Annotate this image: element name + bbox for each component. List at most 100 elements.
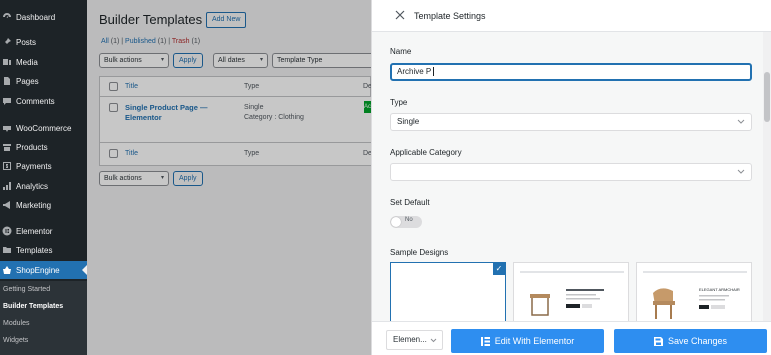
design-thumb-title: ELEGANT ARMCHAIR	[699, 287, 740, 292]
type-select[interactable]: Single	[390, 113, 752, 131]
sidebar-item-label: Payments	[16, 161, 52, 171]
text-cursor	[433, 67, 435, 77]
editor-select-value: Elemen...	[393, 335, 427, 344]
add-new-button[interactable]: Add New	[206, 12, 247, 28]
name-label: Name	[390, 47, 412, 56]
admin-sidebar: Dashboard Posts Media Pages Comments Woo…	[0, 0, 87, 355]
sidebar-item-label: Pages	[16, 76, 39, 86]
submenu-widgets[interactable]: Widgets	[3, 337, 28, 344]
sidebar-item-shopengine[interactable]: ShopEngine	[0, 261, 87, 279]
bulk-actions-select-bottom[interactable]: Bulk actions ▾	[99, 171, 169, 186]
design-thumbnail-2: ELEGANT ARMCHAIR	[643, 271, 747, 319]
sidebar-item-comments[interactable]: Comments	[0, 92, 87, 110]
sidebar-item-elementor[interactable]: Elementor	[0, 222, 87, 240]
folder-icon	[2, 245, 12, 255]
sidebar-item-posts[interactable]: Posts	[0, 33, 87, 51]
save-changes-label: Save Changes	[667, 336, 728, 346]
edit-with-elementor-label: Edit With Elementor	[494, 336, 575, 346]
row-type: Single Category : Clothing	[244, 103, 304, 123]
date-filter-select[interactable]: All dates ▾	[213, 53, 268, 68]
view-all-count: (1)	[110, 38, 120, 45]
table-header-row: Title Type Def	[100, 77, 374, 97]
sidebar-item-label: Comments	[16, 96, 55, 106]
set-default-label: Set Default	[390, 198, 430, 207]
edit-with-elementor-button[interactable]: Edit With Elementor	[451, 329, 604, 353]
submenu-modules[interactable]: Modules	[3, 320, 29, 327]
submenu-getting-started[interactable]: Getting Started	[3, 286, 50, 293]
save-icon	[653, 336, 663, 346]
drawer-scrollbar[interactable]	[763, 32, 771, 321]
sidebar-item-products[interactable]: Products	[0, 138, 87, 156]
sidebar-item-templates[interactable]: Templates	[0, 241, 87, 259]
woocommerce-icon	[2, 123, 12, 133]
select-all-checkbox[interactable]	[109, 149, 118, 158]
name-input[interactable]: Archive P	[390, 63, 752, 81]
view-trash-link[interactable]: Trash	[172, 38, 190, 45]
page-title: Builder Templates	[99, 12, 203, 27]
column-title[interactable]: Title	[125, 150, 138, 157]
elementor-icon	[2, 226, 12, 236]
elementor-icon	[480, 336, 490, 346]
name-input-value: Archive P	[397, 67, 432, 76]
sample-design-1[interactable]	[513, 262, 629, 324]
scrollbar-thumb[interactable]	[764, 72, 770, 122]
sidebar-item-label: WooCommerce	[16, 123, 72, 133]
sidebar-item-label: Marketing	[16, 200, 52, 210]
chevron-down-icon: ▾	[259, 57, 263, 63]
column-type: Type	[244, 83, 260, 90]
design-thumbnail-1	[520, 271, 624, 316]
apply-button[interactable]: Apply	[173, 53, 203, 68]
view-all-link[interactable]: All	[101, 38, 109, 45]
apply-button-bottom[interactable]: Apply	[173, 171, 203, 186]
status-views: All (1) | Published (1) | Trash (1)	[101, 38, 200, 45]
sidebar-item-payments[interactable]: Payments	[0, 157, 87, 175]
sample-designs-label: Sample Designs	[390, 248, 449, 257]
media-icon	[2, 57, 12, 67]
archive-icon	[2, 142, 12, 152]
sidebar-item-dashboard[interactable]: Dashboard	[0, 8, 87, 26]
type-select-value: Single	[397, 117, 420, 126]
editor-select[interactable]: Elemen...	[386, 330, 443, 350]
sidebar-item-analytics[interactable]: Analytics	[0, 177, 87, 195]
sidebar-item-pages[interactable]: Pages	[0, 72, 87, 90]
select-all-checkbox[interactable]	[109, 82, 118, 91]
drawer-header: Template Settings	[372, 0, 771, 32]
sample-design-blank[interactable]: ✓	[390, 262, 506, 324]
set-default-toggle[interactable]: No	[390, 216, 422, 228]
drawer-title: Template Settings	[414, 11, 486, 21]
template-settings-drawer: Template Settings Name Archive P Type Si…	[371, 0, 771, 355]
column-title[interactable]: Title	[125, 83, 138, 90]
sidebar-item-label: Elementor	[16, 226, 53, 236]
view-trash-count: (1)	[191, 38, 201, 45]
type-label: Type	[390, 98, 408, 107]
drawer-footer: Elemen... Edit With Elementor Save Chang…	[372, 321, 771, 355]
save-changes-button[interactable]: Save Changes	[614, 329, 767, 353]
submenu-builder-templates[interactable]: Builder Templates	[3, 303, 63, 310]
view-published-link[interactable]: Published	[125, 38, 156, 45]
view-published-count: (1)	[157, 38, 167, 45]
close-icon[interactable]	[394, 9, 406, 21]
template-type-value: Template Type	[277, 57, 323, 64]
sidebar-item-woocommerce[interactable]: WooCommerce	[0, 119, 87, 137]
template-type-select[interactable]: Template Type	[272, 53, 371, 68]
dashboard-icon	[2, 12, 12, 22]
sample-design-2[interactable]: ELEGANT ARMCHAIR	[636, 262, 752, 324]
builder-templates-page: Builder Templates Add New All (1) | Publ…	[87, 0, 374, 355]
megaphone-icon	[2, 200, 12, 210]
sidebar-item-media[interactable]: Media	[0, 53, 87, 71]
views-separator: |	[168, 38, 171, 45]
row-title-link[interactable]: Single Product Page — Elementor	[125, 103, 220, 123]
chevron-down-icon: ▾	[160, 175, 164, 181]
sidebar-item-marketing[interactable]: Marketing	[0, 196, 87, 214]
bulk-actions-select[interactable]: Bulk actions ▾	[99, 53, 169, 68]
shop-icon	[2, 265, 12, 275]
row-checkbox[interactable]	[109, 103, 118, 112]
dollar-icon	[2, 161, 12, 171]
category-select[interactable]	[390, 163, 752, 181]
sidebar-item-label: Dashboard	[16, 12, 56, 22]
chevron-down-icon	[737, 119, 745, 124]
sidebar-item-label: Templates	[16, 245, 53, 255]
comment-icon	[2, 96, 12, 106]
bar-chart-icon	[2, 181, 12, 191]
column-type: Type	[244, 150, 260, 157]
